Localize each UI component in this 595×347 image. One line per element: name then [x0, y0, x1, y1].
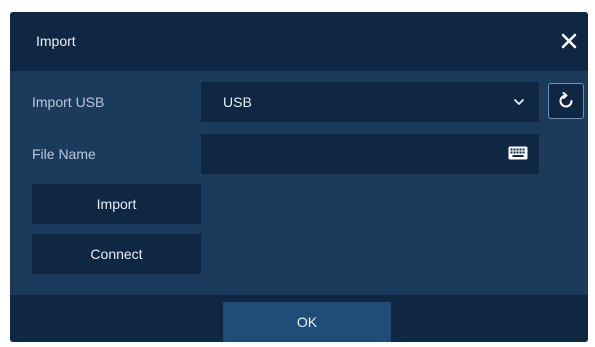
import-usb-dropdown[interactable]: USB	[201, 82, 539, 122]
import-button[interactable]: Import	[32, 184, 201, 224]
connect-button[interactable]: Connect	[32, 234, 201, 274]
keyboard-icon[interactable]	[508, 145, 528, 161]
dialog-title: Import	[36, 33, 76, 49]
close-button[interactable]	[556, 28, 582, 54]
import-usb-selected-value: USB	[223, 94, 252, 110]
ok-button[interactable]: OK	[223, 302, 391, 342]
chevron-down-icon	[514, 99, 524, 105]
close-icon	[561, 33, 577, 49]
dialog-titlebar: Import	[10, 12, 588, 71]
import-dialog: Import Import USB USB File Name Import C…	[10, 12, 588, 342]
refresh-icon	[559, 92, 573, 108]
import-usb-label: Import USB	[32, 94, 105, 110]
file-name-label: File Name	[32, 146, 96, 162]
dialog-footer: OK	[10, 295, 588, 342]
refresh-button[interactable]	[548, 83, 584, 119]
file-name-input[interactable]	[201, 134, 539, 174]
